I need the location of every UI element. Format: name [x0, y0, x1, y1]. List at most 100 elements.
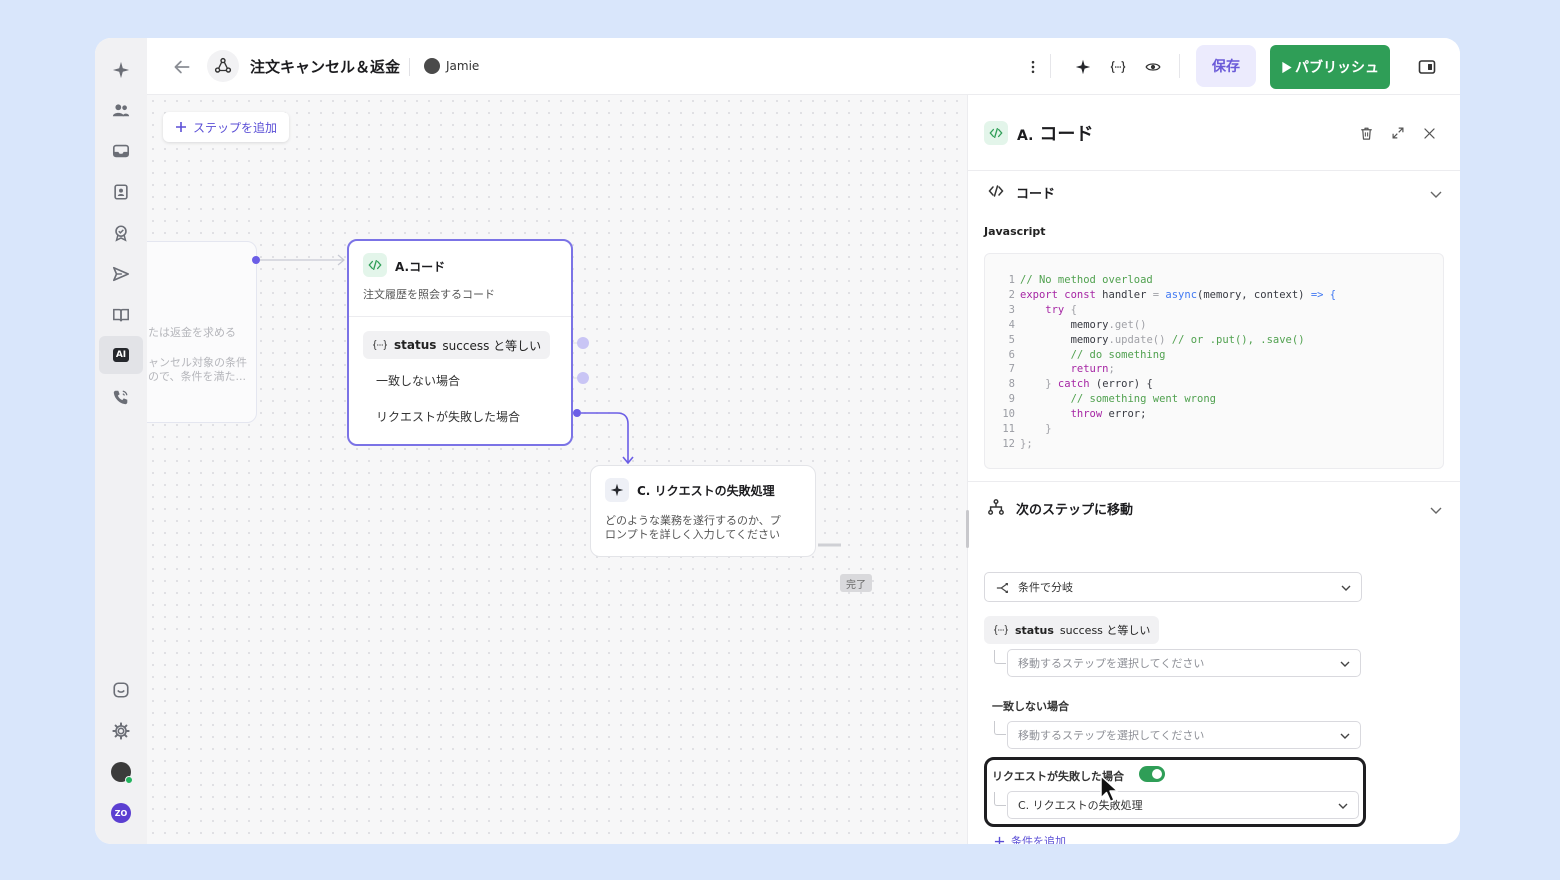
- code-text: .get: [1108, 318, 1134, 331]
- user-avatar[interactable]: [107, 758, 135, 786]
- more-vertical-icon[interactable]: [1023, 57, 1043, 77]
- line-number: 5: [1008, 333, 1015, 346]
- chevron-down-icon[interactable]: [1429, 187, 1443, 201]
- expand-icon[interactable]: [1389, 124, 1407, 142]
- condition-port[interactable]: [577, 337, 589, 349]
- line-number: 4: [1008, 318, 1015, 331]
- line-number: 10: [1002, 408, 1015, 421]
- send-icon[interactable]: [107, 260, 135, 288]
- owner-name: Jamie: [446, 59, 480, 73]
- fail-branch-toggle[interactable]: [1139, 766, 1165, 782]
- flow-canvas[interactable]: ステップを追加 たは返金を求める ャンセル対象の条件 ので、条件を満た... A…: [147, 95, 967, 844]
- tree-connector: [994, 721, 1006, 735]
- code-line: 4 memory .get(): [985, 318, 1443, 333]
- code-line: 5 memory .update() // or .put(), .save(): [985, 333, 1443, 348]
- sparkle-icon[interactable]: [1073, 57, 1093, 77]
- fail-port[interactable]: [573, 409, 581, 417]
- add-step-button[interactable]: ステップを追加: [163, 112, 290, 142]
- close-icon[interactable]: [1420, 124, 1438, 142]
- book-icon[interactable]: [107, 301, 135, 329]
- code-line: 2 export const handler = async (memory, co…: [985, 288, 1443, 303]
- left-nav-rail: AI ZO: [95, 38, 147, 844]
- next-step-section-title[interactable]: 次のステップに移動: [1016, 499, 1133, 518]
- save-button[interactable]: 保存: [1196, 45, 1256, 87]
- back-arrow-icon[interactable]: [171, 56, 193, 78]
- line-number: 8: [1008, 378, 1015, 391]
- sparkle-icon: [605, 478, 629, 502]
- code-line: 9 // something went wrong: [985, 392, 1443, 407]
- app-window: AI ZO 注文キャンセル＆返金 Jamie 保存 パブリッシュ ステップを追加…: [95, 38, 1460, 844]
- plus-icon: [176, 122, 186, 132]
- eye-icon[interactable]: [1143, 57, 1163, 77]
- code-text: export const: [1020, 288, 1096, 301]
- ai-icon[interactable]: AI: [99, 336, 143, 374]
- code-text: // or .put(), .save(): [1165, 333, 1305, 346]
- line-number: 11: [1002, 423, 1015, 436]
- condition-field: status: [1015, 623, 1054, 637]
- chat-bubble-icon[interactable]: [107, 676, 135, 704]
- code-text: memory: [1020, 318, 1109, 331]
- workspace-logo[interactable]: ZO: [107, 799, 135, 827]
- code-text: throw: [1020, 408, 1103, 421]
- variables-icon: [373, 340, 387, 350]
- code-text: // something went wrong: [1020, 393, 1216, 406]
- flow-logo-icon: [207, 50, 239, 82]
- fail-branch-label: リクエストが失敗した場合: [376, 410, 521, 424]
- code-editor[interactable]: 1 // No method overload 2 export const han…: [984, 253, 1444, 469]
- resize-handle[interactable]: [966, 510, 969, 548]
- panel-title: A. コード: [1017, 120, 1093, 146]
- header-divider: [1050, 54, 1051, 78]
- code-section-title[interactable]: コード: [1016, 183, 1055, 202]
- add-condition-button[interactable]: 条件を追加: [994, 833, 1066, 844]
- fail-target-select[interactable]: C. リクエストの失敗処理: [1007, 791, 1359, 819]
- code-text: }: [1020, 378, 1052, 391]
- previous-step-node[interactable]: たは返金を求める ャンセル対象の条件 ので、条件を満た...: [147, 241, 257, 423]
- code-step-node[interactable]: A.コード 注文履歴を照会するコード status success と等しい 一…: [347, 239, 573, 446]
- chevron-down-icon: [1338, 803, 1348, 809]
- branch-mode-select[interactable]: 条件で分岐: [984, 572, 1362, 602]
- owner-chip[interactable]: Jamie: [424, 58, 479, 74]
- phone-icon[interactable]: [107, 383, 135, 411]
- failure-handler-node[interactable]: C. リクエストの失敗処理 どのような業務を遂行するのか、プ ロンプトを詳しく入…: [590, 465, 816, 557]
- tree-connector: [994, 650, 1006, 664]
- node-letter: C.: [637, 484, 651, 498]
- inbox-icon[interactable]: [107, 137, 135, 165]
- code-line: 11 }: [985, 422, 1443, 437]
- gear-icon[interactable]: [107, 717, 135, 745]
- condition-chip[interactable]: status success と等しい: [984, 616, 1160, 644]
- chevron-down-icon: [1340, 733, 1350, 739]
- publish-button[interactable]: パブリッシュ: [1270, 45, 1390, 89]
- contact-card-icon[interactable]: [107, 178, 135, 206]
- code-text: return: [1020, 363, 1109, 376]
- else-target-select[interactable]: 移動するステップを選択してください: [1007, 721, 1361, 749]
- select-placeholder: 移動するステップを選択してください: [1018, 657, 1205, 670]
- condition-field: status: [394, 338, 437, 352]
- code-text: (memory, context): [1197, 288, 1305, 301]
- header-divider: [1179, 54, 1180, 78]
- trash-icon[interactable]: [1357, 124, 1375, 142]
- output-port[interactable]: [252, 256, 260, 264]
- condition-text: success と等しい: [442, 338, 542, 353]
- line-number: 9: [1008, 393, 1015, 406]
- panel-step-letter: A.: [1017, 128, 1034, 144]
- badge-check-icon[interactable]: [107, 219, 135, 247]
- top-header: 注文キャンセル＆返金 Jamie 保存 パブリッシュ: [147, 38, 1460, 95]
- ghost-node-text: たは返金を求める: [148, 326, 236, 339]
- chevron-down-icon[interactable]: [1429, 503, 1443, 517]
- node-title: A.コード: [395, 258, 445, 275]
- condition-chip[interactable]: status success と等しい: [363, 331, 551, 359]
- users-icon[interactable]: [107, 96, 135, 124]
- panel-toggle-icon[interactable]: [1417, 57, 1437, 77]
- variables-icon[interactable]: [1108, 57, 1128, 77]
- code-text: try: [1020, 303, 1065, 316]
- sparkle-icon[interactable]: [107, 56, 135, 84]
- connector-lines: [256, 254, 841, 547]
- code-line: 7 return;: [985, 362, 1443, 377]
- node-letter: A.: [395, 260, 410, 274]
- condition-target-select[interactable]: 移動するステップを選択してください: [1007, 649, 1361, 677]
- done-tag: 完了: [840, 574, 872, 592]
- code-text: {: [1064, 303, 1077, 316]
- add-step-label: ステップを追加: [193, 120, 278, 135]
- else-port[interactable]: [577, 372, 589, 384]
- node-description: 注文履歴を照会するコード: [363, 288, 495, 301]
